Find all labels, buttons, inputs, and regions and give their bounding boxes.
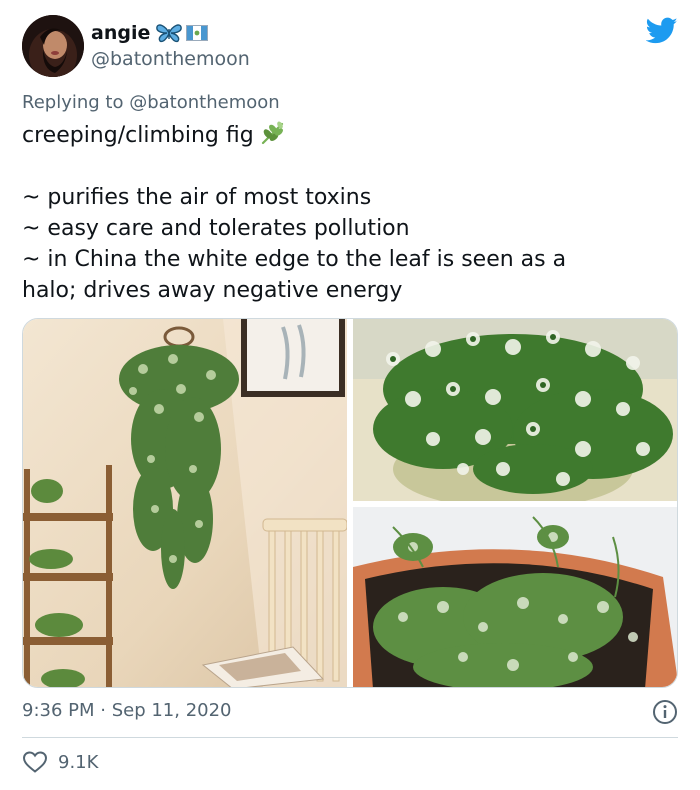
tweet-line: ~ purifies the air of most toxins [22,185,372,210]
tweet-card: angie @batonthemoon Replying to @batonth… [0,0,700,790]
butterfly-icon [156,24,183,43]
variegated-fig-closeup-photo[interactable] [353,319,677,501]
replying-to-label: Replying to [22,92,124,113]
replying-to: Replying to @batonthemoon [22,92,280,113]
tweet-timestamp[interactable]: 9:36 PM · Sep 11, 2020 [22,700,232,721]
tweet-title-line: creeping/climbing fig [22,120,682,151]
potted-fig-photo[interactable] [353,507,677,687]
like-action[interactable]: 9.1K [22,750,98,774]
avatar[interactable] [22,15,84,77]
guatemala-flag-icon [186,25,209,41]
info-icon[interactable] [652,699,678,725]
reply-mention-link[interactable]: @batonthemoon [129,92,279,113]
herb-icon [261,121,283,145]
tweet-line: ~ easy care and tolerates pollution [22,216,410,241]
like-count: 9.1K [58,751,99,773]
tweet-body: creeping/climbing fig ~ purifies the air… [22,120,682,306]
tweet-line: halo; drives away negative energy [22,278,403,303]
media-grid [22,318,678,688]
tweet-line: ~ in China the white edge to the leaf is… [22,247,567,272]
twitter-bird-icon[interactable] [646,17,678,45]
heart-icon[interactable] [22,750,48,774]
user-handle[interactable]: @batonthemoon [91,48,250,70]
divider [22,737,678,738]
user-name-text[interactable]: angie [91,22,150,44]
user-display-name[interactable]: angie [91,22,209,44]
hanging-fig-plant-photo[interactable] [23,319,347,687]
